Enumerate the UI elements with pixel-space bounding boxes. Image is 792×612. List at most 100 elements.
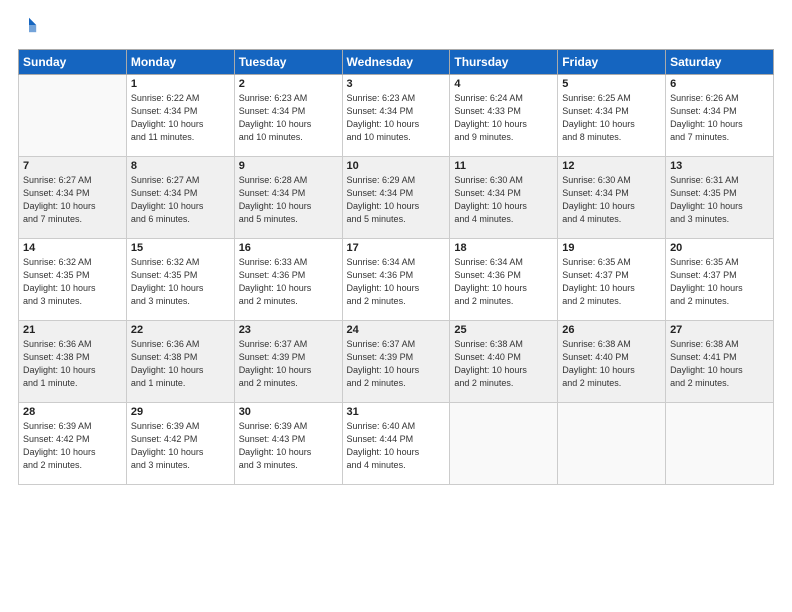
- day-number: 19: [562, 242, 661, 254]
- page: SundayMondayTuesdayWednesdayThursdayFrid…: [0, 0, 792, 612]
- day-number: 15: [131, 242, 230, 254]
- calendar-cell: [19, 75, 127, 157]
- day-number: 2: [239, 78, 338, 90]
- calendar-cell: 16 Sunrise: 6:33 AM Sunset: 4:36 PM Dayli…: [234, 239, 342, 321]
- day-info: Sunrise: 6:34 AM Sunset: 4:36 PM Dayligh…: [347, 256, 446, 308]
- day-number: 23: [239, 324, 338, 336]
- day-info: Sunrise: 6:22 AM Sunset: 4:34 PM Dayligh…: [131, 92, 230, 144]
- calendar-cell: 14 Sunrise: 6:32 AM Sunset: 4:35 PM Dayli…: [19, 239, 127, 321]
- day-info: Sunrise: 6:38 AM Sunset: 4:40 PM Dayligh…: [562, 338, 661, 390]
- day-number: 17: [347, 242, 446, 254]
- calendar-cell: 6 Sunrise: 6:26 AM Sunset: 4:34 PM Daylig…: [666, 75, 774, 157]
- calendar-cell: 20 Sunrise: 6:35 AM Sunset: 4:37 PM Dayli…: [666, 239, 774, 321]
- calendar-cell: 2 Sunrise: 6:23 AM Sunset: 4:34 PM Daylig…: [234, 75, 342, 157]
- calendar-cell: 27 Sunrise: 6:38 AM Sunset: 4:41 PM Dayli…: [666, 321, 774, 403]
- calendar-cell: [450, 403, 558, 485]
- calendar-week-row: 21 Sunrise: 6:36 AM Sunset: 4:38 PM Dayli…: [19, 321, 774, 403]
- day-info: Sunrise: 6:27 AM Sunset: 4:34 PM Dayligh…: [23, 174, 122, 226]
- day-info: Sunrise: 6:39 AM Sunset: 4:42 PM Dayligh…: [131, 420, 230, 472]
- calendar-cell: 4 Sunrise: 6:24 AM Sunset: 4:33 PM Daylig…: [450, 75, 558, 157]
- day-info: Sunrise: 6:35 AM Sunset: 4:37 PM Dayligh…: [562, 256, 661, 308]
- calendar-cell: 10Sunrise: 6:29 AM Sunset: 4:34 PM Dayli…: [342, 157, 450, 239]
- day-number: 13: [670, 160, 769, 172]
- calendar-cell: 3Sunrise: 6:23 AM Sunset: 4:34 PM Daylig…: [342, 75, 450, 157]
- calendar-cell: [558, 403, 666, 485]
- day-number: 21: [23, 324, 122, 336]
- day-number: 7: [23, 160, 122, 172]
- calendar-cell: 8 Sunrise: 6:27 AM Sunset: 4:34 PM Daylig…: [126, 157, 234, 239]
- day-info: Sunrise: 6:31 AM Sunset: 4:35 PM Dayligh…: [670, 174, 769, 226]
- day-info: Sunrise: 6:25 AM Sunset: 4:34 PM Dayligh…: [562, 92, 661, 144]
- day-number: 11: [454, 160, 553, 172]
- day-info: Sunrise: 6:36 AM Sunset: 4:38 PM Dayligh…: [131, 338, 230, 390]
- calendar-cell: 31 Sunrise: 6:40 AM Sunset: 4:44 PM Dayli…: [342, 403, 450, 485]
- day-number: 16: [239, 242, 338, 254]
- day-info: Sunrise: 6:38 AM Sunset: 4:40 PM Dayligh…: [454, 338, 553, 390]
- day-info: Sunrise: 6:34 AM Sunset: 4:36 PM Dayligh…: [454, 256, 553, 308]
- calendar-week-row: 1 Sunrise: 6:22 AM Sunset: 4:34 PM Daylig…: [19, 75, 774, 157]
- day-info: Sunrise: 6:40 AM Sunset: 4:44 PM Dayligh…: [347, 420, 446, 472]
- day-info: Sunrise: 6:27 AM Sunset: 4:34 PM Dayligh…: [131, 174, 230, 226]
- day-number: 3: [347, 78, 446, 90]
- calendar-cell: 7 Sunrise: 6:27 AM Sunset: 4:34 PM Daylig…: [19, 157, 127, 239]
- calendar-cell: 11 Sunrise: 6:30 AM Sunset: 4:34 PM Dayli…: [450, 157, 558, 239]
- calendar-cell: 30 Sunrise: 6:39 AM Sunset: 4:43 PM Dayli…: [234, 403, 342, 485]
- day-info: Sunrise: 6:30 AM Sunset: 4:34 PM Dayligh…: [454, 174, 553, 226]
- logo: [18, 16, 38, 39]
- day-header-friday: Friday: [558, 50, 666, 75]
- day-number: 4: [454, 78, 553, 90]
- day-info: Sunrise: 6:24 AM Sunset: 4:33 PM Dayligh…: [454, 92, 553, 144]
- calendar-cell: 24Sunrise: 6:37 AM Sunset: 4:39 PM Dayli…: [342, 321, 450, 403]
- day-info: Sunrise: 6:33 AM Sunset: 4:36 PM Dayligh…: [239, 256, 338, 308]
- day-info: Sunrise: 6:39 AM Sunset: 4:43 PM Dayligh…: [239, 420, 338, 472]
- calendar-cell: 5 Sunrise: 6:25 AM Sunset: 4:34 PM Daylig…: [558, 75, 666, 157]
- calendar-cell: 18Sunrise: 6:34 AM Sunset: 4:36 PM Dayli…: [450, 239, 558, 321]
- day-info: Sunrise: 6:32 AM Sunset: 4:35 PM Dayligh…: [23, 256, 122, 308]
- day-number: 20: [670, 242, 769, 254]
- day-info: Sunrise: 6:29 AM Sunset: 4:34 PM Dayligh…: [347, 174, 446, 226]
- day-info: Sunrise: 6:30 AM Sunset: 4:34 PM Dayligh…: [562, 174, 661, 226]
- calendar-cell: 12Sunrise: 6:30 AM Sunset: 4:34 PM Dayli…: [558, 157, 666, 239]
- day-info: Sunrise: 6:36 AM Sunset: 4:38 PM Dayligh…: [23, 338, 122, 390]
- header: [18, 16, 774, 39]
- day-info: Sunrise: 6:37 AM Sunset: 4:39 PM Dayligh…: [239, 338, 338, 390]
- day-number: 27: [670, 324, 769, 336]
- day-header-wednesday: Wednesday: [342, 50, 450, 75]
- calendar-cell: 21 Sunrise: 6:36 AM Sunset: 4:38 PM Dayli…: [19, 321, 127, 403]
- day-header-saturday: Saturday: [666, 50, 774, 75]
- calendar-week-row: 7 Sunrise: 6:27 AM Sunset: 4:34 PM Daylig…: [19, 157, 774, 239]
- calendar-cell: 23 Sunrise: 6:37 AM Sunset: 4:39 PM Dayli…: [234, 321, 342, 403]
- calendar-week-row: 14 Sunrise: 6:32 AM Sunset: 4:35 PM Dayli…: [19, 239, 774, 321]
- day-number: 29: [131, 406, 230, 418]
- day-info: Sunrise: 6:23 AM Sunset: 4:34 PM Dayligh…: [239, 92, 338, 144]
- day-number: 22: [131, 324, 230, 336]
- day-header-sunday: Sunday: [19, 50, 127, 75]
- day-number: 1: [131, 78, 230, 90]
- day-number: 5: [562, 78, 661, 90]
- day-info: Sunrise: 6:35 AM Sunset: 4:37 PM Dayligh…: [670, 256, 769, 308]
- day-number: 6: [670, 78, 769, 90]
- day-number: 8: [131, 160, 230, 172]
- calendar: SundayMondayTuesdayWednesdayThursdayFrid…: [18, 49, 774, 485]
- day-number: 31: [347, 406, 446, 418]
- day-info: Sunrise: 6:32 AM Sunset: 4:35 PM Dayligh…: [131, 256, 230, 308]
- day-header-tuesday: Tuesday: [234, 50, 342, 75]
- calendar-cell: 15 Sunrise: 6:32 AM Sunset: 4:35 PM Dayli…: [126, 239, 234, 321]
- day-number: 14: [23, 242, 122, 254]
- day-number: 26: [562, 324, 661, 336]
- calendar-week-row: 28Sunrise: 6:39 AM Sunset: 4:42 PM Dayli…: [19, 403, 774, 485]
- day-number: 30: [239, 406, 338, 418]
- logo-icon: [20, 16, 38, 34]
- calendar-cell: 13 Sunrise: 6:31 AM Sunset: 4:35 PM Dayli…: [666, 157, 774, 239]
- day-info: Sunrise: 6:39 AM Sunset: 4:42 PM Dayligh…: [23, 420, 122, 472]
- day-header-monday: Monday: [126, 50, 234, 75]
- calendar-cell: 9Sunrise: 6:28 AM Sunset: 4:34 PM Daylig…: [234, 157, 342, 239]
- day-info: Sunrise: 6:26 AM Sunset: 4:34 PM Dayligh…: [670, 92, 769, 144]
- day-info: Sunrise: 6:38 AM Sunset: 4:41 PM Dayligh…: [670, 338, 769, 390]
- calendar-cell: 25Sunrise: 6:38 AM Sunset: 4:40 PM Dayli…: [450, 321, 558, 403]
- day-number: 24: [347, 324, 446, 336]
- calendar-cell: 22 Sunrise: 6:36 AM Sunset: 4:38 PM Dayli…: [126, 321, 234, 403]
- calendar-header-row: SundayMondayTuesdayWednesdayThursdayFrid…: [19, 50, 774, 75]
- day-info: Sunrise: 6:28 AM Sunset: 4:34 PM Dayligh…: [239, 174, 338, 226]
- day-header-thursday: Thursday: [450, 50, 558, 75]
